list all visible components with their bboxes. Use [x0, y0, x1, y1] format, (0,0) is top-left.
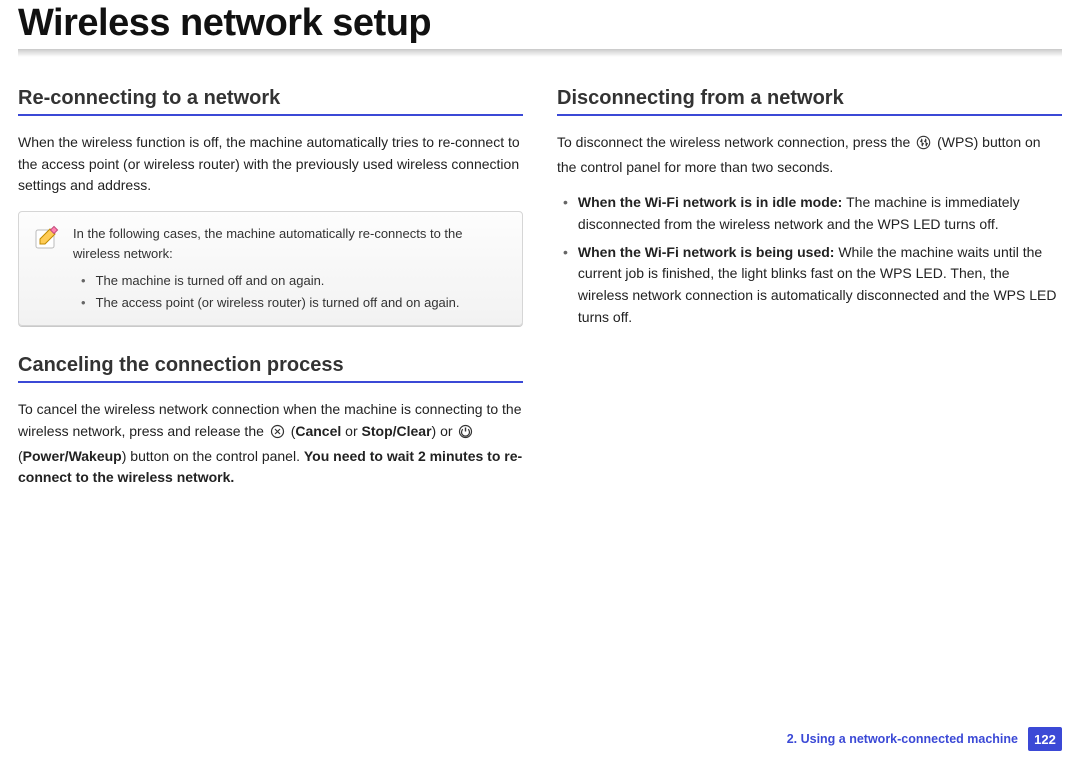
disc-pre-text: To disconnect the wireless network conne…: [557, 134, 914, 150]
note-text: In the following cases, the machine auto…: [73, 224, 508, 315]
footer-chapter: 2. Using a network-connected machine: [787, 732, 1018, 746]
cancel-label: Cancel: [295, 423, 341, 439]
cancel-or-text: or: [341, 423, 361, 439]
title-rule: [18, 49, 1062, 57]
bullet-dot-icon: •: [81, 293, 86, 313]
disc-b1-lead: When the Wi-Fi network is in idle mode:: [578, 194, 846, 210]
para-disconnecting: To disconnect the wireless network conne…: [557, 132, 1062, 178]
right-column: Disconnecting from a network To disconne…: [557, 87, 1062, 503]
wps-icon: [916, 135, 931, 157]
power-icon: [458, 424, 473, 446]
left-column: Re-connecting to a network When the wire…: [18, 87, 523, 503]
bullet-dot-icon: •: [563, 242, 568, 329]
stopclear-label: Stop/Clear: [362, 423, 432, 439]
cancel-close-or: ) or: [432, 423, 457, 439]
content-columns: Re-connecting to a network When the wire…: [18, 87, 1062, 503]
heading-reconnecting: Re-connecting to a network: [18, 87, 523, 116]
bullet-dot-icon: •: [563, 192, 568, 235]
page-title: Wireless network setup: [18, 2, 1062, 45]
note-box: In the following cases, the machine auto…: [18, 211, 523, 326]
title-bar: Wireless network setup: [18, 0, 1062, 57]
note-icon: [33, 224, 61, 252]
disc-bullet-2: • When the Wi-Fi network is being used: …: [563, 242, 1062, 329]
heading-canceling: Canceling the connection process: [18, 354, 523, 383]
bullet-dot-icon: •: [81, 271, 86, 291]
note-item-1-text: The machine is turned off and on again.: [96, 271, 325, 291]
disc-bullet-2-body: When the Wi-Fi network is being used: Wh…: [578, 242, 1062, 329]
note-item-2-text: The access point (or wireless router) is…: [96, 293, 460, 313]
note-inner: In the following cases, the machine auto…: [33, 224, 508, 315]
cancel-icon: [270, 424, 285, 446]
disc-bullet-1: • When the Wi-Fi network is in idle mode…: [563, 192, 1062, 235]
disc-b2-lead: When the Wi-Fi network is being used:: [578, 244, 838, 260]
power-mid-text: ) button on the control panel.: [122, 448, 304, 464]
heading-disconnecting: Disconnecting from a network: [557, 87, 1062, 116]
disc-bullet-1-body: When the Wi-Fi network is in idle mode: …: [578, 192, 1062, 235]
power-label: Power/Wakeup: [23, 448, 122, 464]
para-canceling: To cancel the wireless network connectio…: [18, 399, 523, 489]
note-intro: In the following cases, the machine auto…: [73, 224, 508, 263]
note-item-2: • The access point (or wireless router) …: [81, 293, 508, 313]
note-sublist: • The machine is turned off and on again…: [73, 271, 508, 313]
note-item-1: • The machine is turned off and on again…: [81, 271, 508, 291]
page-number-badge: 122: [1028, 727, 1062, 751]
document-page: Wireless network setup Re-connecting to …: [0, 0, 1080, 763]
page-footer: 2. Using a network-connected machine 122: [787, 727, 1062, 751]
para-reconnecting: When the wireless function is off, the m…: [18, 132, 523, 197]
